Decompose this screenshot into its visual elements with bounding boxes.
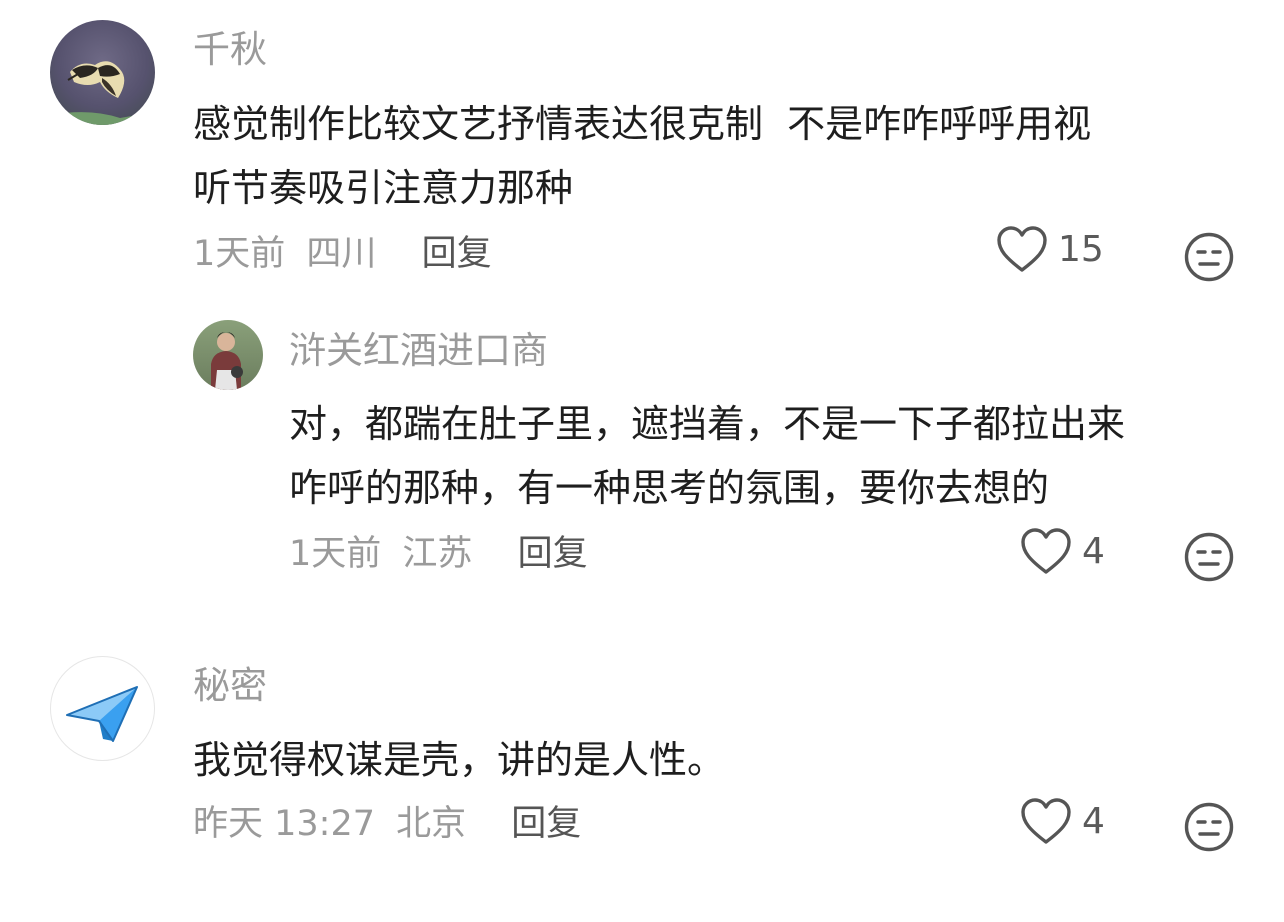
- comment-text-line: 感觉制作比较文艺抒情表达很克制 不是咋咋呼呼用视: [193, 102, 1092, 146]
- heart-outline-icon: [996, 226, 1048, 274]
- neutral-face-icon: [1184, 232, 1234, 282]
- location: 北京: [396, 804, 467, 844]
- comment-text-line: 咋呼的那种，有一种思考的氛围，要你去想的: [289, 466, 1050, 510]
- comment-text-line: 我觉得权谋是壳，讲的是人性。: [193, 738, 726, 782]
- location: 四川: [306, 234, 377, 274]
- avatar[interactable]: [50, 20, 155, 125]
- reply-button[interactable]: 回复: [511, 804, 581, 844]
- timestamp: 1天前: [193, 234, 286, 274]
- comment-text: 感觉制作比较文艺抒情表达很克制 不是咋咋呼呼用视 听节奏吸引注意力那种: [193, 92, 1233, 220]
- comment-text: 我觉得权谋是壳，讲的是人性。: [193, 728, 1193, 792]
- neutral-face-icon: [1184, 802, 1234, 852]
- comment-item: 秘密 我觉得权谋是壳，讲的是人性。 昨天 13:27 北京 回复 4: [0, 640, 1284, 922]
- paper-plane-icon: [51, 657, 154, 759]
- username[interactable]: 秘密: [193, 662, 267, 710]
- timestamp: 昨天 13:27: [193, 804, 375, 844]
- like-button[interactable]: 4: [1020, 528, 1105, 576]
- comment-meta: 昨天 13:27 北京 回复: [193, 800, 581, 848]
- like-count: 4: [1082, 801, 1105, 842]
- reply-item: 浒关红酒进口商 对，都踹在肚子里，遮挡着，不是一下子都拉出来 咋呼的那种，有一种…: [0, 300, 1284, 600]
- avatar[interactable]: [193, 320, 263, 390]
- dislike-button[interactable]: [1184, 232, 1234, 282]
- neutral-face-icon: [1184, 532, 1234, 582]
- comment-text-line: 听节奏吸引注意力那种: [193, 166, 574, 210]
- comment-meta: 1天前 四川 回复: [193, 230, 492, 278]
- like-count: 4: [1082, 531, 1105, 572]
- reply-button[interactable]: 回复: [422, 234, 492, 274]
- heart-outline-icon: [1020, 798, 1072, 846]
- like-count: 15: [1058, 229, 1104, 270]
- avatar[interactable]: [50, 656, 155, 761]
- comment-meta: 1天前 江苏 回复: [289, 530, 588, 578]
- comment-item: 千秋 感觉制作比较文艺抒情表达很克制 不是咋咋呼呼用视 听节奏吸引注意力那种 1…: [0, 0, 1284, 300]
- username[interactable]: 浒关红酒进口商: [289, 327, 548, 375]
- location: 江苏: [402, 534, 473, 574]
- comment-text-line: 对，都踹在肚子里，遮挡着，不是一下子都拉出来: [289, 402, 1126, 446]
- like-button[interactable]: 15: [996, 226, 1104, 274]
- heart-outline-icon: [1020, 528, 1072, 576]
- timestamp: 1天前: [289, 534, 382, 574]
- avatar-person-image: [211, 332, 243, 390]
- dislike-button[interactable]: [1184, 532, 1234, 582]
- reply-button[interactable]: 回复: [518, 534, 588, 574]
- avatar-butterfly-image: [50, 61, 155, 125]
- comment-text: 对，都踹在肚子里，遮挡着，不是一下子都拉出来 咋呼的那种，有一种思考的氛围，要你…: [289, 392, 1249, 520]
- like-button[interactable]: 4: [1020, 798, 1105, 846]
- username[interactable]: 千秋: [193, 26, 267, 74]
- dislike-button[interactable]: [1184, 802, 1234, 852]
